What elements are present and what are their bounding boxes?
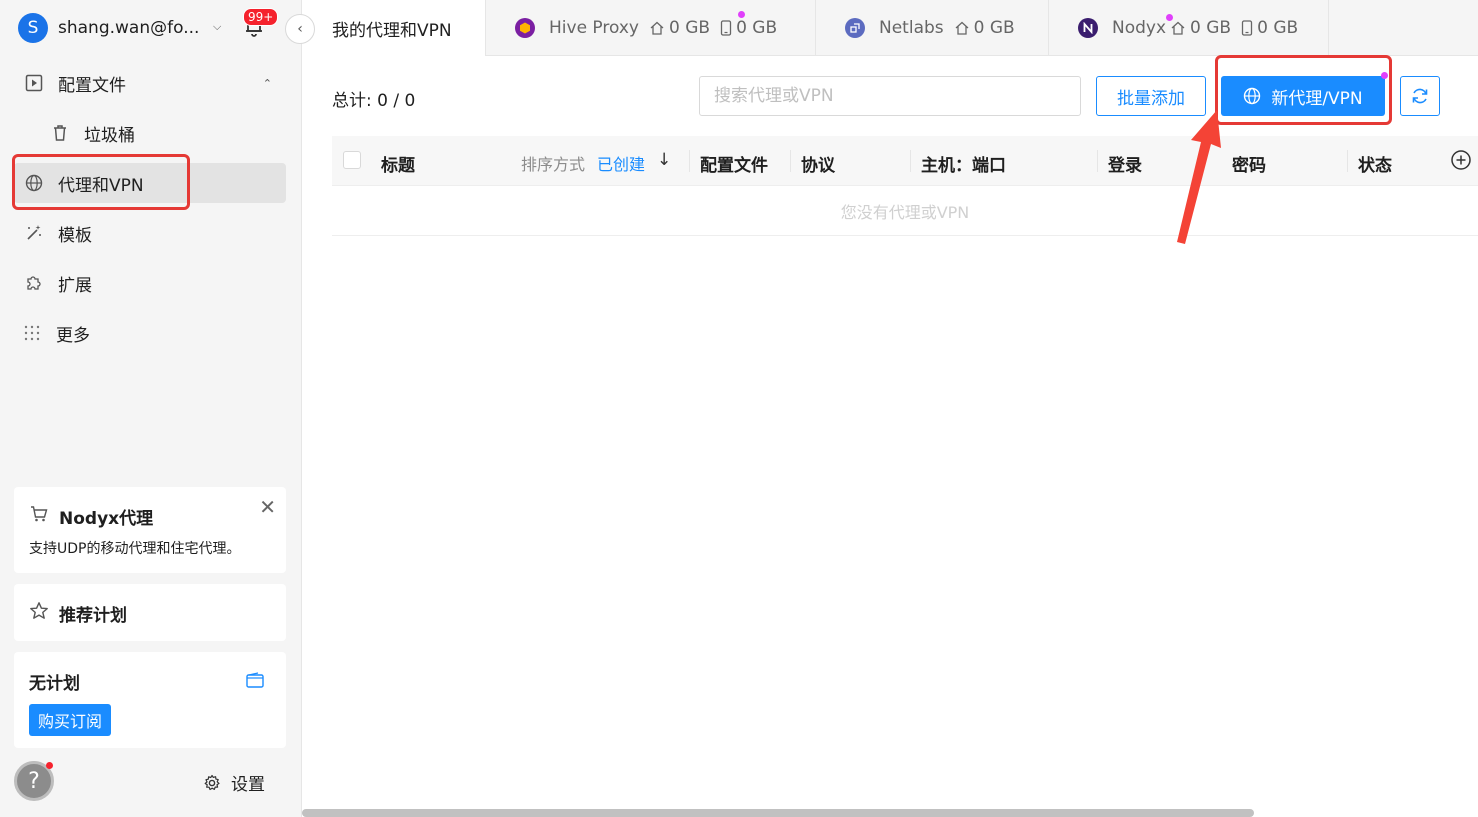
refresh-icon	[1412, 88, 1428, 104]
mobile-icon	[720, 20, 732, 36]
settings-button[interactable]: 设置	[203, 770, 265, 795]
home-icon	[650, 21, 664, 35]
chevron-up-icon[interactable]: ⌃	[263, 77, 272, 90]
promo-title: Nodyx代理	[59, 509, 154, 529]
help-notification-dot	[46, 762, 53, 769]
highlight-box	[12, 154, 190, 210]
netlabs-logo-icon	[845, 18, 865, 38]
select-all-checkbox[interactable]	[343, 151, 361, 169]
column-status[interactable]: 状态	[1358, 151, 1392, 176]
sidebar-item-extensions[interactable]: 扩展	[14, 263, 286, 303]
tab-label: 我的代理和VPN	[332, 20, 452, 41]
nodyx-logo-icon	[1078, 18, 1098, 38]
sort-label: 排序方式	[521, 155, 586, 174]
sidebar-item-label: 更多	[56, 325, 90, 346]
dots-grid-icon	[22, 323, 42, 343]
new-dot	[738, 11, 745, 18]
promo-card[interactable]: Nodyx代理 支持UDP的移动代理和住宅代理。 ✕	[14, 487, 286, 573]
star-icon	[30, 602, 48, 619]
home-traffic: 0 GB	[669, 18, 711, 38]
hive-proxy-logo-icon	[515, 18, 535, 38]
sidebar-item-trash[interactable]: 垃圾桶	[14, 113, 286, 153]
cart-icon	[31, 506, 48, 522]
home-icon	[1171, 21, 1185, 35]
tab-nodyx[interactable]: Nodyx 0 GB 0 GB	[1049, 0, 1329, 56]
mobile-traffic: 0 GB	[1257, 18, 1299, 38]
referral-card[interactable]: 推荐计划	[14, 584, 286, 641]
empty-state-text: 您没有代理或VPN	[332, 186, 1478, 236]
collapse-sidebar-button[interactable]: ‹	[285, 14, 315, 44]
chevron-down-icon[interactable]: ⌵	[213, 20, 221, 34]
tab-label: Hive Proxy	[549, 18, 639, 38]
account-switcher[interactable]: S shang.wan@fo...	[18, 13, 199, 43]
column-host-port[interactable]: 主机：端口	[921, 151, 1006, 176]
provider-tabs: 我的代理和VPN Hive Proxy 0 GB 0 GB Netlabs 0 …	[302, 0, 1478, 56]
column-profile[interactable]: 配置文件	[700, 151, 768, 176]
table-header: 标题 排序方式 已创建 ↓ 配置文件 协议 主机：端口 登录 密码 状态	[332, 136, 1478, 186]
tab-label: Nodyx	[1112, 18, 1167, 38]
sidebar-item-label: 配置文件	[58, 75, 126, 96]
annotation-arrow	[1177, 110, 1221, 244]
settings-label: 设置	[231, 775, 265, 795]
avatar: S	[18, 13, 48, 43]
sidebar-item-templates[interactable]: 模板	[14, 213, 286, 253]
refresh-button[interactable]	[1400, 76, 1440, 116]
account-name: shang.wan@fo...	[58, 18, 200, 38]
tab-hive-proxy[interactable]: Hive Proxy 0 GB 0 GB	[486, 0, 816, 56]
total-count: 总计: 0 / 0	[332, 91, 416, 111]
home-icon	[955, 21, 969, 35]
mobile-icon	[1241, 20, 1253, 36]
mobile-traffic: 0 GB	[736, 18, 778, 38]
home-traffic: 0 GB	[973, 18, 1015, 38]
sort-field[interactable]: 已创建	[597, 151, 645, 175]
tab-label: Netlabs	[879, 18, 944, 38]
column-title[interactable]: 标题	[381, 151, 415, 176]
plan-card: 无计划 购买订阅	[14, 652, 286, 748]
puzzle-icon	[24, 273, 44, 293]
tab-netlabs[interactable]: Netlabs 0 GB	[816, 0, 1049, 56]
new-dot	[1166, 14, 1173, 21]
sidebar-item-label: 扩展	[58, 275, 92, 296]
buy-subscription-button[interactable]: 购买订阅	[29, 704, 112, 736]
sidebar-item-more[interactable]: 更多	[14, 313, 286, 353]
home-traffic: 0 GB	[1190, 18, 1232, 38]
notification-badge: 99+	[243, 8, 279, 26]
wallet-icon[interactable]	[246, 672, 264, 688]
column-password[interactable]: 密码	[1232, 151, 1266, 176]
promo-description: 支持UDP的移动代理和住宅代理。	[29, 541, 241, 557]
gear-icon	[204, 774, 220, 790]
trash-icon	[50, 123, 70, 143]
sidebar-item-label: 垃圾桶	[84, 125, 135, 146]
play-square-icon	[24, 73, 44, 93]
arrow-down-icon[interactable]: ↓	[657, 150, 671, 170]
plan-title: 无计划	[29, 674, 80, 694]
tab-my-proxies[interactable]: 我的代理和VPN	[302, 0, 486, 56]
add-column-icon[interactable]	[1450, 149, 1472, 171]
magic-wand-icon	[24, 223, 44, 243]
referral-title: 推荐计划	[59, 606, 127, 626]
sidebar: S shang.wan@fo... ⌵ 99+ 配置文件 ⌃ 垃圾桶 代理和VP…	[0, 0, 302, 817]
column-login[interactable]: 登录	[1108, 151, 1142, 176]
search-input[interactable]	[699, 76, 1081, 116]
highlight-box	[1215, 55, 1392, 125]
horizontal-scrollbar[interactable]	[302, 809, 1254, 817]
sidebar-item-label: 模板	[58, 225, 92, 246]
close-icon[interactable]: ✕	[259, 495, 276, 519]
sidebar-item-profiles[interactable]: 配置文件 ⌃	[14, 63, 286, 103]
column-protocol[interactable]: 协议	[801, 151, 835, 176]
